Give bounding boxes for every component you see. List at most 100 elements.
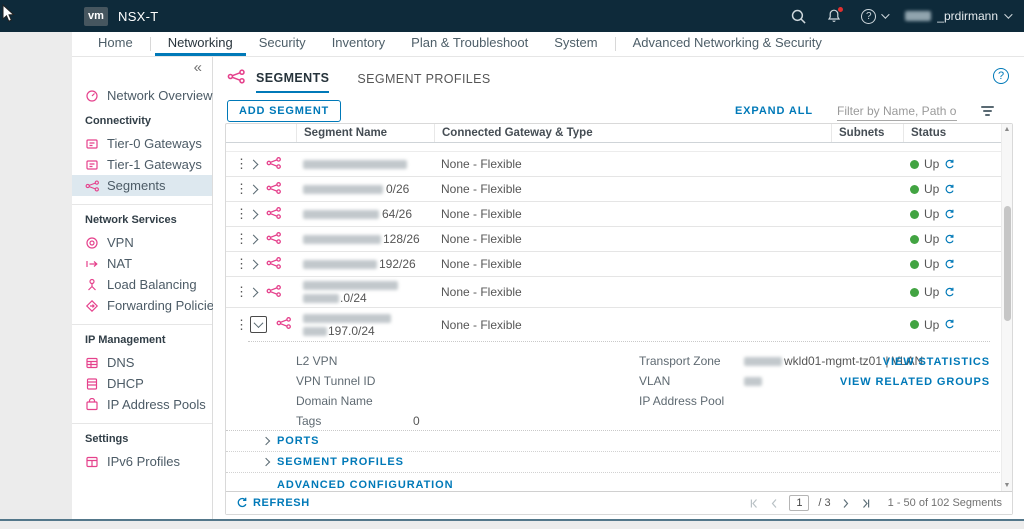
refresh-icon xyxy=(236,497,248,509)
main-nav: Home Networking Security Inventory Plan … xyxy=(72,32,1024,57)
segment-name[interactable]: 0/26 xyxy=(296,182,434,196)
sidebar-item-dhcp[interactable]: DHCP xyxy=(72,373,212,394)
nav-tab-home[interactable]: Home xyxy=(85,32,146,56)
ipv6-profiles-icon xyxy=(85,455,100,469)
row-menu-icon[interactable]: ⋮ xyxy=(235,257,248,270)
table-header: Segment Name Connected Gateway & Type Su… xyxy=(226,124,1012,143)
segment-name[interactable]: 197.0/24 xyxy=(296,312,434,338)
previous-page-icon[interactable] xyxy=(769,498,780,509)
scroll-up-icon[interactable]: ▲ xyxy=(1002,126,1012,133)
nav-tab-plan-troubleshoot[interactable]: Plan & Troubleshoot xyxy=(398,32,541,56)
sidebar-item-tier1-gateways[interactable]: Tier-1 Gateways xyxy=(72,154,212,175)
refresh-button[interactable]: REFRESH xyxy=(226,497,310,509)
collapse-row-control[interactable] xyxy=(250,316,267,333)
row-menu-icon[interactable]: ⋮ xyxy=(235,182,248,195)
filter-icon[interactable] xyxy=(981,106,994,116)
sidebar-item-network-overview[interactable]: Network Overview xyxy=(72,85,212,106)
table-row[interactable]: ⋮ 0/26 None - Flexible Up xyxy=(226,177,1012,202)
col-segment-name[interactable]: Segment Name xyxy=(296,124,434,142)
sidebar-item-nat[interactable]: NAT xyxy=(72,253,212,274)
refresh-status-icon[interactable] xyxy=(944,287,955,298)
chevron-right-icon[interactable] xyxy=(248,159,259,169)
help-icon[interactable]: ? xyxy=(993,68,1009,84)
sidebar-item-dns[interactable]: DNS xyxy=(72,352,212,373)
refresh-status-icon[interactable] xyxy=(944,234,955,245)
chevron-right-icon[interactable] xyxy=(248,287,259,297)
toolbar: ADD SEGMENT EXPAND ALL xyxy=(213,96,1024,126)
chevron-right-icon[interactable] xyxy=(248,234,259,244)
sidebar-item-ip-address-pools[interactable]: IP Address Pools xyxy=(72,394,212,415)
scrollbar-thumb[interactable] xyxy=(1004,206,1011,321)
segment-name[interactable]: .0/24 xyxy=(296,279,434,305)
tab-segments[interactable]: SEGMENTS xyxy=(256,71,330,93)
search-icon[interactable] xyxy=(789,7,807,25)
view-related-groups-link[interactable]: VIEW RELATED GROUPS xyxy=(840,376,990,388)
expand-all-link[interactable]: EXPAND ALL xyxy=(735,105,813,117)
sidebar-item-vpn[interactable]: VPN xyxy=(72,232,212,253)
connected-gateway: None - Flexible xyxy=(441,157,522,171)
refresh-status-icon[interactable] xyxy=(944,259,955,270)
user-menu[interactable]: _prdirmann xyxy=(905,9,1013,23)
sidebar-item-tier0-gateways[interactable]: Tier-0 Gateways xyxy=(72,133,212,154)
vlan-value xyxy=(744,374,762,388)
refresh-status-icon[interactable] xyxy=(944,184,955,195)
next-page-icon[interactable] xyxy=(840,498,851,509)
first-page-icon[interactable] xyxy=(749,498,760,509)
redacted-text xyxy=(303,210,379,220)
tab-segment-profiles[interactable]: SEGMENT PROFILES xyxy=(357,72,490,92)
chevron-right-icon[interactable] xyxy=(248,259,259,269)
sidebar-item-segments[interactable]: Segments xyxy=(72,175,212,196)
row-menu-icon[interactable]: ⋮ xyxy=(235,232,248,245)
table-row[interactable]: ⋮ 64/26 None - Flexible Up xyxy=(226,202,1012,227)
nav-tab-inventory[interactable]: Inventory xyxy=(319,32,398,56)
nav-tab-networking[interactable]: Networking xyxy=(154,32,246,56)
row-menu-icon[interactable]: ⋮ xyxy=(235,157,248,170)
last-page-icon[interactable] xyxy=(860,498,871,509)
filter-input[interactable] xyxy=(837,101,957,121)
chevron-right-icon[interactable] xyxy=(248,184,259,194)
table-row[interactable]: ⋮ .0/24 None - Flexible Up xyxy=(226,277,1012,308)
table-row[interactable]: ⋮ 128/26 None - Flexible Up xyxy=(226,227,1012,252)
sidebar-item-load-balancing[interactable]: Load Balancing xyxy=(72,274,212,295)
notifications-bell-icon[interactable] xyxy=(825,7,844,25)
add-segment-button[interactable]: ADD SEGMENT xyxy=(227,100,342,122)
row-menu-icon[interactable]: ⋮ xyxy=(235,285,248,298)
nav-tab-security[interactable]: Security xyxy=(246,32,319,56)
status-text: Up xyxy=(924,207,940,221)
col-status[interactable]: Status xyxy=(903,124,1012,142)
scroll-down-icon[interactable]: ▼ xyxy=(1002,482,1012,489)
view-statistics-link[interactable]: VIEW STATISTICS xyxy=(840,356,990,368)
segment-name[interactable]: 64/26 xyxy=(296,207,434,221)
row-menu-icon[interactable]: ⋮ xyxy=(235,318,248,331)
ports-section[interactable]: PORTS xyxy=(226,431,1012,452)
nav-tab-advanced-networking[interactable]: Advanced Networking & Security xyxy=(620,32,835,56)
nav-tab-system[interactable]: System xyxy=(541,32,610,56)
status-up-dot xyxy=(910,259,919,269)
status-up-dot xyxy=(910,320,919,329)
sidebar-collapse-icon[interactable]: « xyxy=(194,59,202,76)
network-overview-icon xyxy=(85,89,100,103)
col-subnets[interactable]: Subnets xyxy=(831,124,903,142)
help-menu[interactable]: ? xyxy=(861,8,890,24)
table-row[interactable]: ⋮ None - Flexible Up xyxy=(226,152,1012,177)
chevron-right-icon[interactable] xyxy=(248,209,259,219)
vpn-icon xyxy=(85,236,100,250)
col-connected-gateway[interactable]: Connected Gateway & Type xyxy=(434,124,831,142)
refresh-status-icon[interactable] xyxy=(944,209,955,220)
refresh-status-icon[interactable] xyxy=(944,159,955,170)
vertical-scrollbar[interactable]: ▲ ▼ xyxy=(1001,124,1012,491)
sidebar-item-forwarding-policies[interactable]: Forwarding Policies xyxy=(72,295,220,316)
vlan-label: VLAN xyxy=(639,374,671,388)
segment-name[interactable]: 192/26 xyxy=(296,257,434,271)
refresh-status-icon[interactable] xyxy=(944,319,955,330)
segment-profiles-section[interactable]: SEGMENT PROFILES xyxy=(226,452,1012,473)
table-row[interactable]: ⋮ 192/26 None - Flexible Up xyxy=(226,252,1012,277)
status-up-dot xyxy=(910,287,919,297)
segment-name[interactable] xyxy=(296,157,434,171)
segment-name[interactable]: 128/26 xyxy=(296,232,434,246)
current-page-input[interactable]: 1 xyxy=(789,495,810,511)
table-row-expanded[interactable]: ⋮ 197.0/24 None - Flexible Up xyxy=(226,308,1012,341)
row-menu-icon[interactable]: ⋮ xyxy=(235,207,248,220)
sidebar-item-ipv6-profiles[interactable]: IPv6 Profiles xyxy=(72,451,212,472)
username: _prdirmann xyxy=(937,9,998,23)
